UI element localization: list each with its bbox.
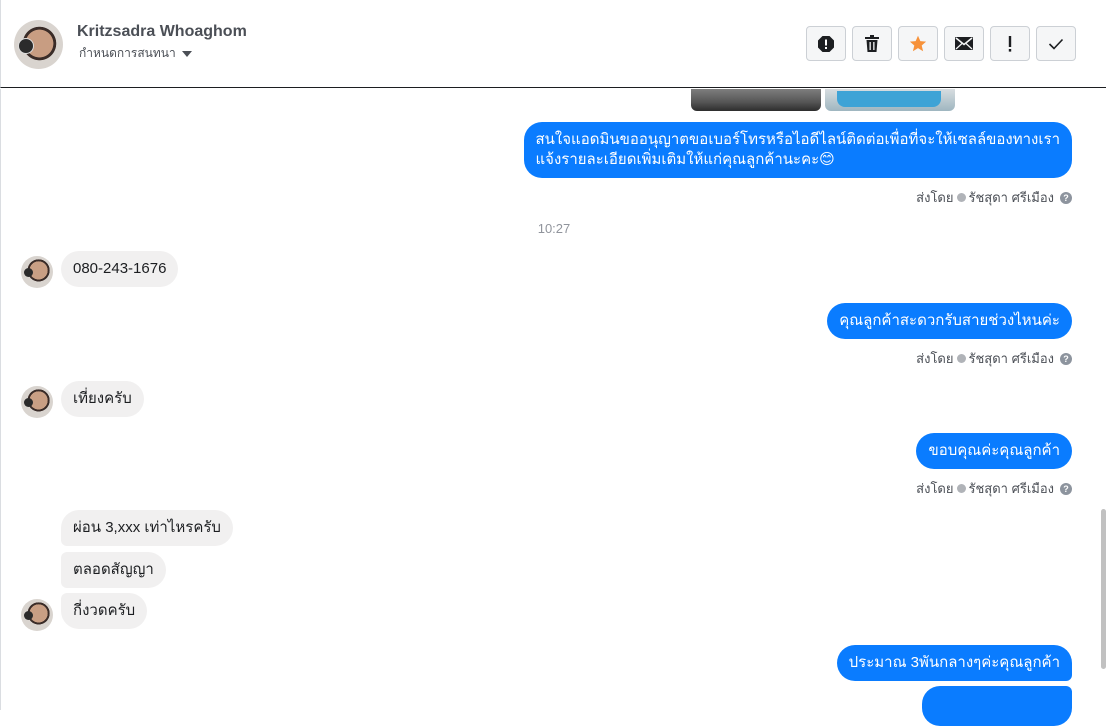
caret-down-icon	[181, 50, 192, 57]
incoming-message[interactable]: เที่ยงครับ	[61, 381, 144, 417]
timestamp: 10:27	[537, 221, 571, 236]
sent-by-label: ส่งโดย	[916, 190, 954, 205]
envelope-icon	[955, 37, 973, 50]
outgoing-message[interactable]: สนใจแอดมินขออนุญาตขอเบอร์โทรหรือไอดีไลน์…	[523, 122, 1072, 178]
sent-by-info: ส่งโดย รัชสุดา ศรีเมือง ?	[916, 187, 1072, 208]
outgoing-message[interactable]: ขอบคุณค่ะคุณลูกค้า	[916, 433, 1072, 469]
contact-avatar[interactable]	[21, 599, 53, 631]
report-spam-icon	[818, 35, 834, 52]
outgoing-message[interactable]: ประมาณ 3พันกลางๆค่ะคุณลูกค้า	[836, 645, 1072, 681]
help-icon[interactable]: ?	[1060, 482, 1072, 495]
message-text-line: สนใจแอดมินขออนุญาตขอเบอร์โทรหรือไอดีไลน์…	[535, 131, 1061, 148]
mark-done-button[interactable]	[1036, 26, 1076, 61]
check-icon	[1048, 38, 1064, 50]
exclamation-icon	[1008, 35, 1012, 52]
shared-image-thumbnail[interactable]	[825, 89, 955, 111]
sender-name[interactable]: รัชสุดา ศรีเมือง	[969, 348, 1055, 369]
seen-icon	[956, 193, 966, 202]
assign-label: กำหนดการสนทนา	[79, 46, 176, 57]
sender-name[interactable]: รัชสุดา ศรีเมือง	[969, 187, 1055, 208]
conversation-toolbar	[806, 26, 1076, 61]
contact-avatar[interactable]	[14, 20, 63, 69]
mark-unread-button[interactable]	[944, 26, 984, 61]
message-thread[interactable]: สนใจแอดมินขออนุญาตขอเบอร์โทรหรือไอดีไลน์…	[0, 89, 1106, 726]
star-icon	[909, 35, 927, 52]
mark-important-button[interactable]	[990, 26, 1030, 61]
scrollbar-thumb[interactable]	[1101, 509, 1106, 669]
incoming-message[interactable]: ตลอดสัญญา	[61, 552, 166, 588]
incoming-message[interactable]: ผ่อน 3,xxx เท่าไหรครับ	[61, 510, 233, 546]
outgoing-message[interactable]: คุณลูกค้าสะดวกรับสายช่วงไหนค่ะ	[827, 303, 1072, 339]
report-spam-button[interactable]	[806, 26, 846, 61]
sent-by-info: ส่งโดย รัชสุดา ศรีเมือง ?	[916, 348, 1072, 369]
message-text-line: แจ้งรายละเอียดเพิ่มเติมให้แก่คุณลูกค้านะ…	[535, 151, 835, 168]
contact-avatar[interactable]	[21, 386, 53, 418]
contact-name[interactable]: Kritzsadra Whoaghom	[77, 23, 247, 41]
help-icon[interactable]: ?	[1060, 191, 1072, 204]
sent-by-label: ส่งโดย	[916, 351, 954, 366]
help-icon[interactable]: ?	[1060, 352, 1072, 365]
sent-by-info: ส่งโดย รัชสุดา ศรีเมือง ?	[916, 478, 1072, 499]
shared-image-thumbnail[interactable]	[691, 89, 821, 111]
avatar-badge-icon	[24, 268, 33, 277]
incoming-message[interactable]: 080-243-1676	[61, 251, 179, 287]
sender-name[interactable]: รัชสุดา ศรีเมือง	[969, 478, 1055, 499]
seen-icon	[956, 484, 966, 493]
contact-avatar[interactable]	[21, 256, 53, 288]
assign-conversation-dropdown[interactable]: กำหนดการสนทนา	[79, 45, 192, 57]
incoming-message[interactable]: กี่งวดครับ	[61, 593, 148, 629]
sent-by-label: ส่งโดย	[916, 481, 954, 496]
delete-button[interactable]	[852, 26, 892, 61]
avatar-badge-icon	[24, 611, 33, 620]
avatar-badge-icon	[18, 38, 34, 54]
star-button[interactable]	[898, 26, 938, 61]
conversation-header: Kritzsadra Whoaghom กำหนดการสนทนา	[0, 0, 1106, 88]
outgoing-message[interactable]	[922, 686, 1072, 726]
seen-icon	[956, 354, 966, 363]
avatar-badge-icon	[24, 398, 33, 407]
trash-icon	[865, 35, 879, 52]
